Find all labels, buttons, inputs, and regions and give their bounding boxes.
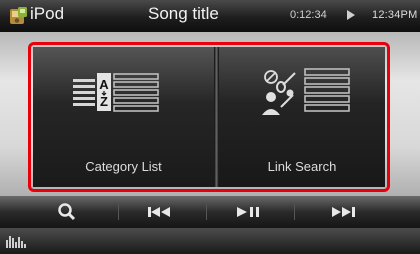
elapsed-time: 0:12:34: [290, 9, 327, 21]
ipod-icon: [8, 6, 30, 26]
header-bar: iPod Song title 0:12:34 12:34PM: [0, 0, 420, 32]
category-list-label: Category List: [85, 159, 162, 174]
svg-text:A: A: [99, 77, 109, 92]
search-button[interactable]: [40, 196, 100, 228]
control-separator: [118, 204, 119, 220]
ipod-screen: iPod Song title 0:12:34 12:34PM A Z Cate…: [0, 0, 420, 254]
link-search-button[interactable]: Link Search: [219, 47, 385, 187]
source-label: iPod: [30, 4, 65, 23]
play-status-icon: [347, 10, 355, 20]
control-separator: [206, 204, 207, 220]
control-separator: [294, 204, 295, 220]
control-bar: [0, 196, 420, 228]
svg-text:Z: Z: [100, 94, 108, 109]
category-list-icon: A Z: [73, 71, 173, 126]
category-list-button[interactable]: A Z Category List: [33, 47, 214, 187]
play-pause-button[interactable]: [213, 196, 283, 228]
next-track-button[interactable]: [300, 196, 380, 228]
clock: 12:34PM: [372, 9, 418, 21]
song-title: Song title: [148, 4, 219, 23]
link-search-icon: [257, 65, 357, 128]
equalizer-icon[interactable]: [6, 234, 28, 253]
link-search-label: Link Search: [267, 159, 337, 174]
previous-track-button[interactable]: [125, 196, 195, 228]
bottom-bar: [0, 228, 420, 254]
